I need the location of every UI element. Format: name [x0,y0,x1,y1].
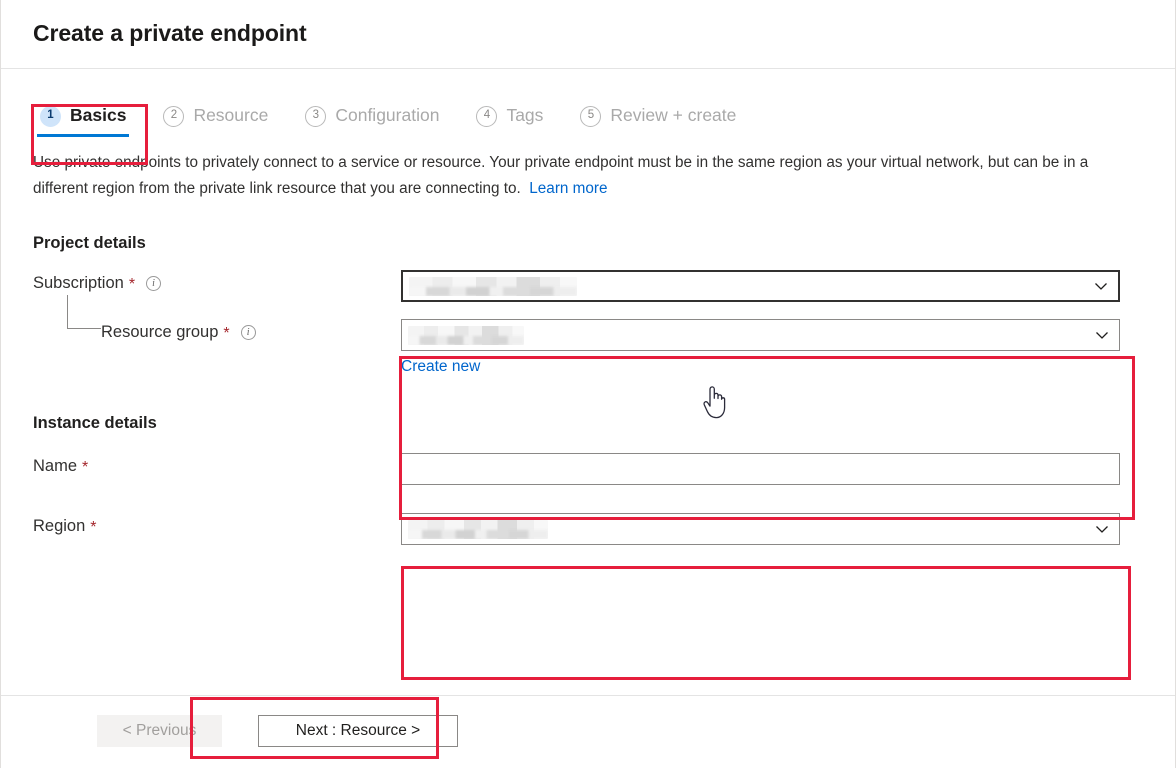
chevron-down-icon [1095,328,1109,342]
tab-configuration[interactable]: 3 Configuration [298,97,446,135]
create-new-resource-group-link[interactable]: Create new [401,358,480,376]
tab-resource[interactable]: 2 Resource [156,97,275,135]
resource-group-value-redacted [408,325,524,345]
region-value-redacted [408,519,548,539]
project-details-heading: Project details [33,234,146,252]
subscription-field-col [401,270,1143,302]
subscription-required-marker: * [128,275,136,293]
chevron-down-icon [1095,522,1109,536]
blade-footer: < Previous Next : Resource > [1,696,1175,766]
page-title: Create a private endpoint [33,20,307,47]
tab-basics-label: Basics [70,105,127,126]
next-resource-button[interactable]: Next : Resource > [258,715,458,747]
name-required-marker: * [82,458,89,476]
subscription-label-col: Subscription * i [33,270,401,293]
blade-header: Create a private endpoint [1,0,1175,69]
region-field-col [401,513,1143,545]
learn-more-link[interactable]: Learn more [529,180,607,197]
subscription-row: Subscription * i [33,270,1143,302]
subscription-dropdown[interactable] [401,270,1120,302]
annotation-box-instance-details [401,566,1131,680]
resource-group-label: Resource group * i [33,295,256,342]
instance-details-heading: Instance details [33,414,157,432]
resource-group-field-col: Create new [401,319,1143,376]
tab-resource-number: 2 [163,105,185,127]
resource-group-info-icon[interactable]: i [240,325,256,340]
subscription-label: Subscription * i [33,274,162,293]
tab-review-create[interactable]: 5 Review + create [573,97,743,135]
name-row: Name * [33,453,1143,485]
subscription-info-icon[interactable]: i [146,276,162,291]
tab-basics[interactable]: 1 Basics [33,97,133,137]
resource-group-label-col: Resource group * i [33,295,401,342]
tab-tags-label: Tags [506,105,544,126]
tab-basics-number: 1 [40,105,61,127]
region-label-col: Region * [33,513,401,536]
region-row: Region * [33,513,1143,545]
nesting-connector-line [67,295,101,329]
tab-configuration-label: Configuration [335,105,440,126]
blade-description: Use private endpoints to privately conne… [33,150,1115,202]
tab-tags-number: 4 [476,105,498,127]
wizard-tabs: 1 Basics 2 Resource 3 Configuration 4 Ta… [33,69,1143,137]
subscription-value-redacted [409,276,577,296]
annotation-box-project-details [399,356,1135,520]
region-dropdown[interactable] [401,513,1120,545]
name-field-col [401,453,1143,485]
tab-resource-label: Resource [193,105,269,126]
region-label: Region * [33,517,97,536]
region-required-marker: * [90,518,97,536]
resource-group-required-marker: * [223,324,230,342]
create-private-endpoint-blade: Create a private endpoint 1 Basics 2 Res… [0,0,1176,768]
blade-body: 1 Basics 2 Resource 3 Configuration 4 Ta… [1,69,1175,696]
name-input[interactable] [401,453,1120,485]
previous-button[interactable]: < Previous [97,715,222,747]
resource-group-row: Resource group * i Create new [33,295,1143,376]
tab-configuration-number: 3 [305,105,327,127]
resource-group-dropdown[interactable] [401,319,1120,351]
name-label: Name * [33,457,89,476]
tab-tags[interactable]: 4 Tags [469,97,550,135]
tab-review-create-number: 5 [580,105,602,127]
name-label-col: Name * [33,453,401,476]
tab-review-create-label: Review + create [610,105,737,126]
chevron-down-icon [1094,279,1108,293]
